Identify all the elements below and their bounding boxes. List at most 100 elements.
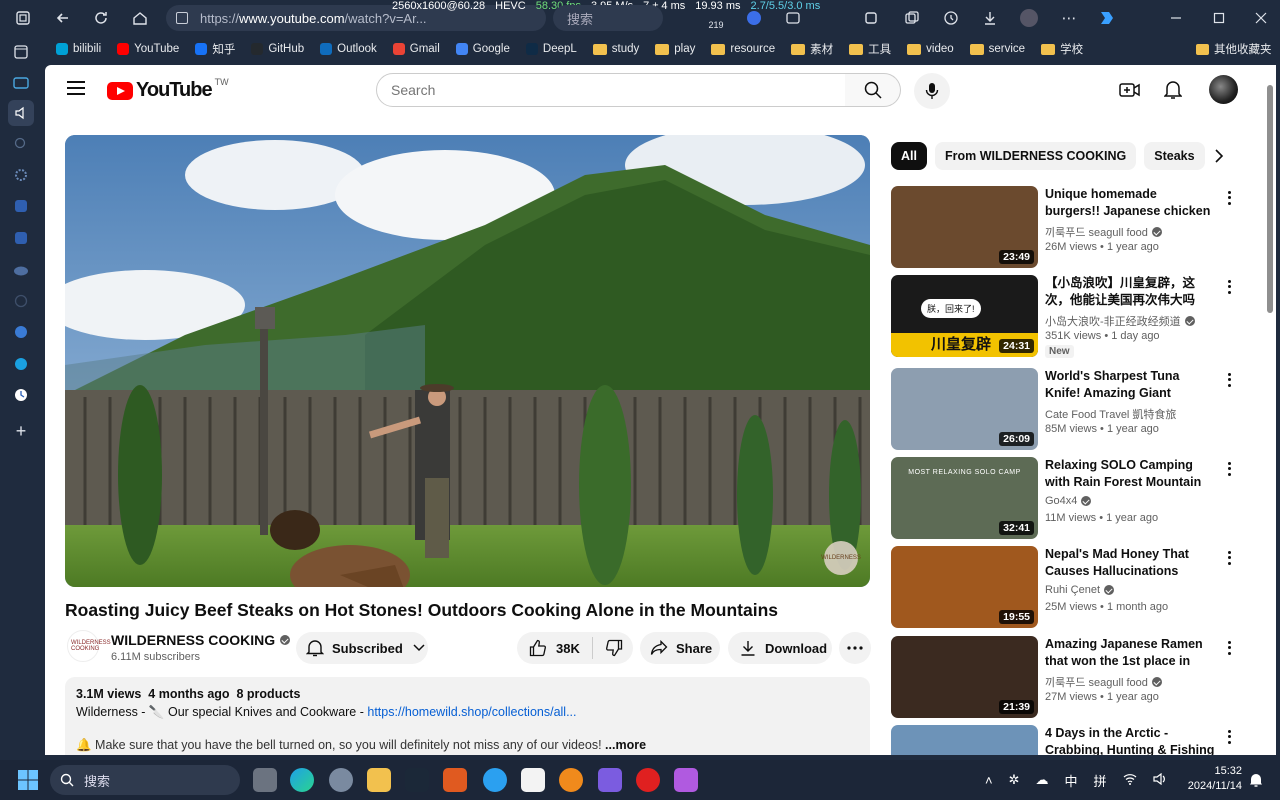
bookmark-item[interactable]: study (585, 38, 648, 60)
bookmark-item[interactable]: 素材 (783, 38, 841, 60)
maximize-icon[interactable] (1208, 7, 1230, 29)
more-vertical-icon[interactable] (1221, 370, 1237, 390)
home-icon[interactable] (129, 7, 151, 29)
video-description[interactable]: 3.1M views 4 months ago 8 products Wilde… (65, 677, 870, 755)
app-taskbar-icon-4[interactable] (598, 768, 622, 792)
steam-icon[interactable] (405, 768, 429, 792)
recommendation-card[interactable]: 川皇复辟 朕，回来了! 24:31 【小岛浪吹】川皇复辟，这次，他能让美国再次伟大吗小… (891, 275, 1231, 358)
video-thumbnail[interactable]: 23:49 (891, 186, 1038, 268)
ime-mode[interactable]: 拼 (1094, 771, 1107, 790)
task-view-icon[interactable] (253, 768, 277, 792)
youtube-logo[interactable]: YouTube TW (107, 77, 229, 102)
recommendation-card[interactable]: 23:49 Unique homemade burgers!! Japanese … (891, 186, 1231, 268)
clock-sidebar-icon[interactable] (11, 385, 31, 405)
file-explorer-icon[interactable] (367, 768, 391, 792)
account-avatar[interactable] (1209, 75, 1238, 104)
hamburger-menu-icon[interactable] (67, 81, 85, 95)
filter-chip[interactable]: Steaks (1144, 142, 1205, 170)
download-button[interactable]: Download (728, 632, 832, 664)
subscribed-button[interactable]: Subscribed (296, 632, 428, 664)
app-sidebar-icon-3[interactable] (11, 291, 31, 311)
app-taskbar-icon-2[interactable] (483, 768, 507, 792)
recommendation-title[interactable]: Nepal's Mad Honey That Causes Hallucinat… (1045, 546, 1215, 580)
recommendation-title[interactable]: World's Sharpest Tuna Knife! Amazing Gia… (1045, 368, 1215, 402)
edge-taskbar-icon[interactable] (290, 768, 314, 792)
video-thumbnail[interactable]: 19:55 (891, 546, 1038, 628)
bookmark-item[interactable]: play (647, 38, 703, 60)
ime-language[interactable]: 中 (1065, 771, 1078, 790)
back-icon[interactable] (52, 7, 74, 29)
create-video-button[interactable] (1118, 78, 1142, 102)
recommendation-card[interactable]: 19:55 Nepal's Mad Honey That Causes Hallu… (891, 546, 1231, 628)
bookmark-item[interactable]: 知乎 (187, 38, 243, 60)
video-thumbnail[interactable]: MOST RELAXING SOLO CAMP 32:41 (891, 457, 1038, 539)
like-button[interactable]: 38K (529, 637, 593, 659)
recommendation-channel[interactable]: Go4x4 (1045, 495, 1092, 507)
more-actions-button[interactable] (839, 632, 871, 664)
recommendation-channel[interactable]: Ruhi Çenet (1045, 584, 1115, 596)
video-player[interactable]: WILDERNESS (65, 135, 870, 587)
copilot-icon[interactable] (1096, 7, 1118, 29)
bookmark-item[interactable]: 学校 (1033, 38, 1091, 60)
recommendation-channel[interactable]: 小岛大浪吹-非正经政经频道 (1045, 313, 1195, 329)
extensions-puzzle-icon[interactable] (860, 7, 882, 29)
bookmark-item[interactable]: GitHub (243, 38, 312, 60)
more-vertical-icon[interactable] (1221, 188, 1237, 208)
recommendation-channel[interactable]: Cate Food Travel 凱特食旅 (1045, 406, 1176, 422)
extension-badge[interactable]: 219 (705, 14, 727, 36)
search-input[interactable] (376, 73, 846, 107)
app-sidebar-icon-2[interactable] (11, 228, 31, 248)
workspaces-icon[interactable] (12, 7, 34, 29)
recommendation-card[interactable]: 21:39 Amazing Japanese Ramen that won the… (891, 636, 1231, 718)
bookmark-item[interactable]: resource (703, 38, 783, 60)
volume-icon[interactable] (1152, 772, 1167, 788)
wifi-icon[interactable] (1123, 773, 1137, 788)
cloud-sidebar-icon[interactable] (11, 260, 31, 280)
audio-sidebar-icon[interactable] (8, 100, 34, 126)
refresh-icon[interactable] (90, 7, 112, 29)
recommendation-title[interactable]: Amazing Japanese Ramen that won the 1st … (1045, 636, 1215, 670)
recommendation-title[interactable]: Relaxing SOLO Camping with Rain Forest M… (1045, 457, 1215, 491)
filter-chip[interactable]: All (891, 142, 927, 170)
recommendation-card[interactable]: 26:09 World's Sharpest Tuna Knife! Amazin… (891, 368, 1231, 450)
recommendation-card[interactable]: MOST RELAXING SOLO CAMP 32:41 Relaxing SOL… (891, 457, 1231, 539)
more-vertical-icon[interactable] (1221, 727, 1237, 747)
history-icon[interactable] (940, 7, 962, 29)
browser-search-box[interactable]: 搜索 (553, 5, 663, 31)
app-sidebar-icon-1[interactable] (11, 196, 31, 216)
profile-icon[interactable] (1018, 7, 1040, 29)
bookmark-item[interactable]: service (962, 38, 1033, 60)
video-thumbnail[interactable]: 川皇复辟 朕，回来了! 24:31 (891, 275, 1038, 357)
bookmark-item[interactable]: YouTube (109, 38, 187, 60)
more-vertical-icon[interactable] (1221, 459, 1237, 479)
system-clock[interactable]: 15:32 2024/11/14 (1186, 764, 1242, 794)
globe-sidebar-icon[interactable] (11, 322, 31, 342)
app-taskbar-icon-1[interactable] (443, 768, 467, 792)
channel-avatar[interactable]: WILDERNESS COOKING (67, 630, 111, 662)
page-scrollbar[interactable] (1267, 85, 1273, 313)
downloads-icon[interactable] (979, 7, 1001, 29)
chevron-up-icon[interactable]: ˄ (985, 773, 993, 788)
bookmark-other-favorites[interactable]: 其他收藏夹 (1196, 38, 1272, 60)
more-vertical-icon[interactable] (1221, 638, 1237, 658)
notifications-button[interactable] (1161, 78, 1185, 102)
recommendation-title[interactable]: Unique homemade burgers!! Japanese chick… (1045, 186, 1215, 220)
netease-music-icon[interactable] (636, 768, 660, 792)
extension-glasses-icon[interactable] (782, 7, 804, 29)
bookmark-item[interactable]: bilibili (48, 38, 109, 60)
app-taskbar-icon-5[interactable] (674, 768, 698, 792)
voice-search-button[interactable] (914, 73, 950, 109)
tab-actions-icon[interactable] (11, 42, 31, 62)
bookmark-item[interactable]: Google (448, 38, 518, 60)
close-icon[interactable] (1250, 7, 1272, 29)
recommendation-channel[interactable]: 끼룩푸드 seagull food (1045, 674, 1162, 690)
windows-start-icon[interactable] (16, 768, 40, 792)
add-sidebar-icon[interactable]: + (11, 421, 31, 441)
settings-taskbar-icon[interactable] (329, 768, 353, 792)
onedrive-icon[interactable]: ☁ (1036, 772, 1049, 788)
video-thumbnail[interactable] (891, 725, 1038, 755)
settings-sidebar-icon[interactable] (11, 165, 31, 185)
share-button[interactable]: Share (640, 632, 720, 664)
more-vertical-icon[interactable] (1221, 277, 1237, 297)
edge-sidebar-icon[interactable] (11, 354, 31, 374)
